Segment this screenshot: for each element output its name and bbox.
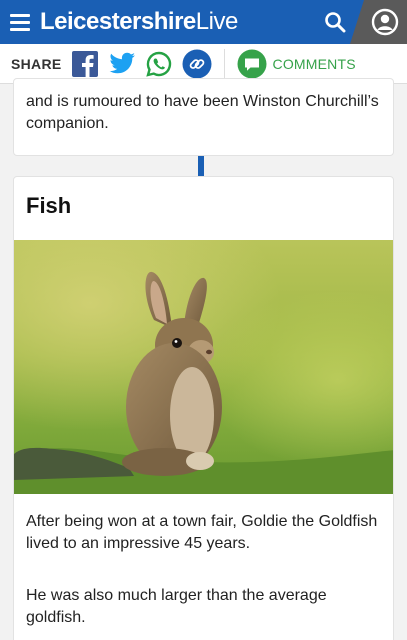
whatsapp-icon[interactable] bbox=[145, 51, 172, 77]
account-button[interactable] bbox=[350, 0, 407, 44]
previous-item-card: and is rumoured to have been Winston Chu… bbox=[13, 78, 394, 156]
logo-suffix-text: Live bbox=[195, 8, 239, 35]
logo-main-text: Leicestershire bbox=[40, 8, 196, 35]
hamburger-menu-icon[interactable] bbox=[0, 0, 36, 44]
twitter-icon[interactable] bbox=[108, 52, 136, 76]
comment-bubble-icon bbox=[237, 49, 267, 78]
comments-label: COMMENTS bbox=[272, 55, 356, 72]
share-label: SHARE bbox=[11, 55, 62, 72]
share-divider bbox=[223, 48, 225, 79]
item-title: Fish bbox=[26, 193, 72, 218]
item-paragraph-2: He was also much larger than the average… bbox=[26, 587, 327, 626]
link-icon[interactable] bbox=[182, 49, 212, 79]
user-account-icon bbox=[371, 8, 399, 36]
rabbit-photo bbox=[14, 240, 393, 494]
facebook-icon[interactable] bbox=[71, 50, 98, 77]
comments-button[interactable]: COMMENTS bbox=[237, 49, 356, 79]
timeline-connector bbox=[198, 156, 204, 176]
site-logo[interactable]: LeicestershireLive bbox=[40, 8, 238, 36]
previous-item-text: and is rumoured to have been Winston Chu… bbox=[26, 93, 379, 132]
item-card: Fish After being won at a town fair, Gol… bbox=[13, 176, 394, 640]
item-paragraph-1: After being won at a town fair, Goldie t… bbox=[26, 513, 378, 552]
search-icon[interactable] bbox=[316, 0, 354, 44]
site-header: LeicestershireLive bbox=[0, 0, 407, 44]
